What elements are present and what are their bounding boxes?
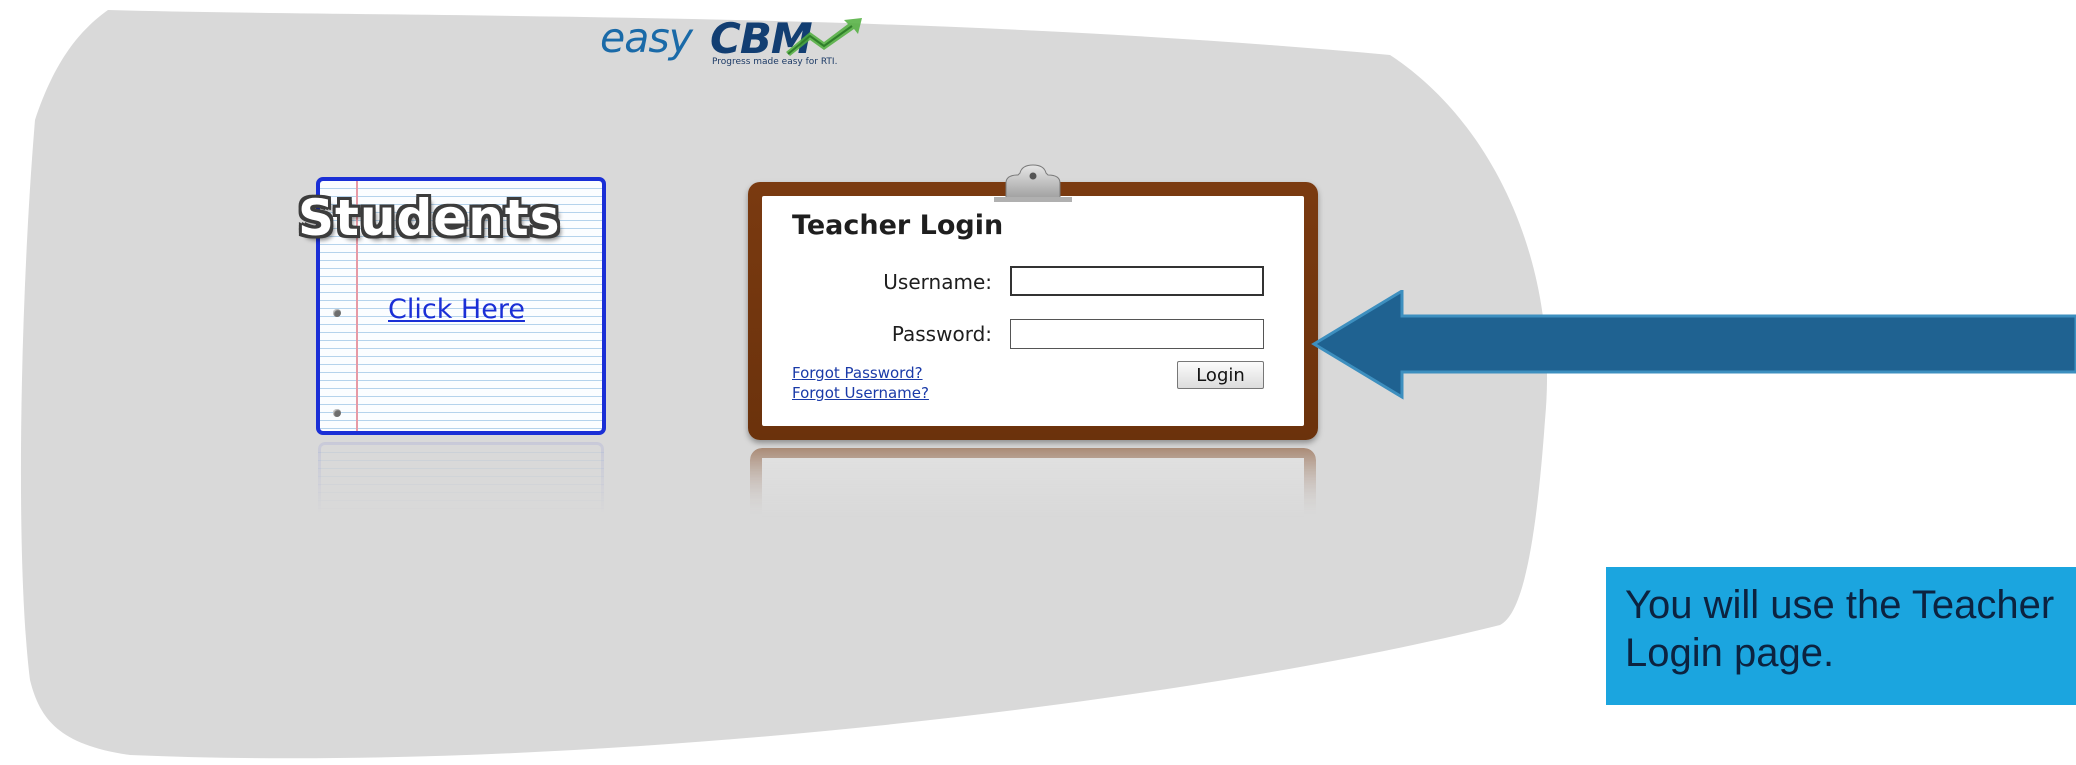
login-button[interactable]: Login	[1177, 361, 1264, 389]
password-label: Password:	[891, 322, 992, 346]
teacher-login-title: Teacher Login	[792, 210, 1004, 241]
logo-tagline: Progress made easy for RTI.	[712, 57, 838, 67]
notebook-hole-icon	[333, 409, 341, 417]
arrow-left-icon	[1311, 290, 2076, 400]
notebook-hole-icon	[333, 309, 341, 317]
students-click-here-link[interactable]: Click Here	[388, 294, 525, 325]
callout-line-1: You will use the Teacher	[1625, 583, 2055, 627]
easycbm-logo: easy CBM Progress made easy for RTI.	[600, 14, 920, 74]
callout-text: You will use the Teacher Login page.	[1625, 581, 2076, 677]
logo-brand-prefix: easy	[600, 14, 693, 62]
password-input[interactable]	[1010, 319, 1264, 349]
students-card-reflection	[318, 442, 604, 514]
clipboard-clip-icon	[994, 164, 1072, 202]
trend-arrow-icon	[786, 18, 862, 56]
clipboard-reflection	[750, 448, 1316, 518]
forgot-password-link[interactable]: Forgot Password?	[792, 364, 923, 382]
students-title: Students	[298, 189, 561, 247]
username-input[interactable]	[1010, 266, 1264, 296]
callout-line-2: Login page.	[1625, 631, 1835, 675]
forgot-username-link[interactable]: Forgot Username?	[792, 384, 929, 402]
username-label: Username:	[883, 270, 992, 294]
instruction-callout: You will use the Teacher Login page.	[1606, 567, 2076, 705]
